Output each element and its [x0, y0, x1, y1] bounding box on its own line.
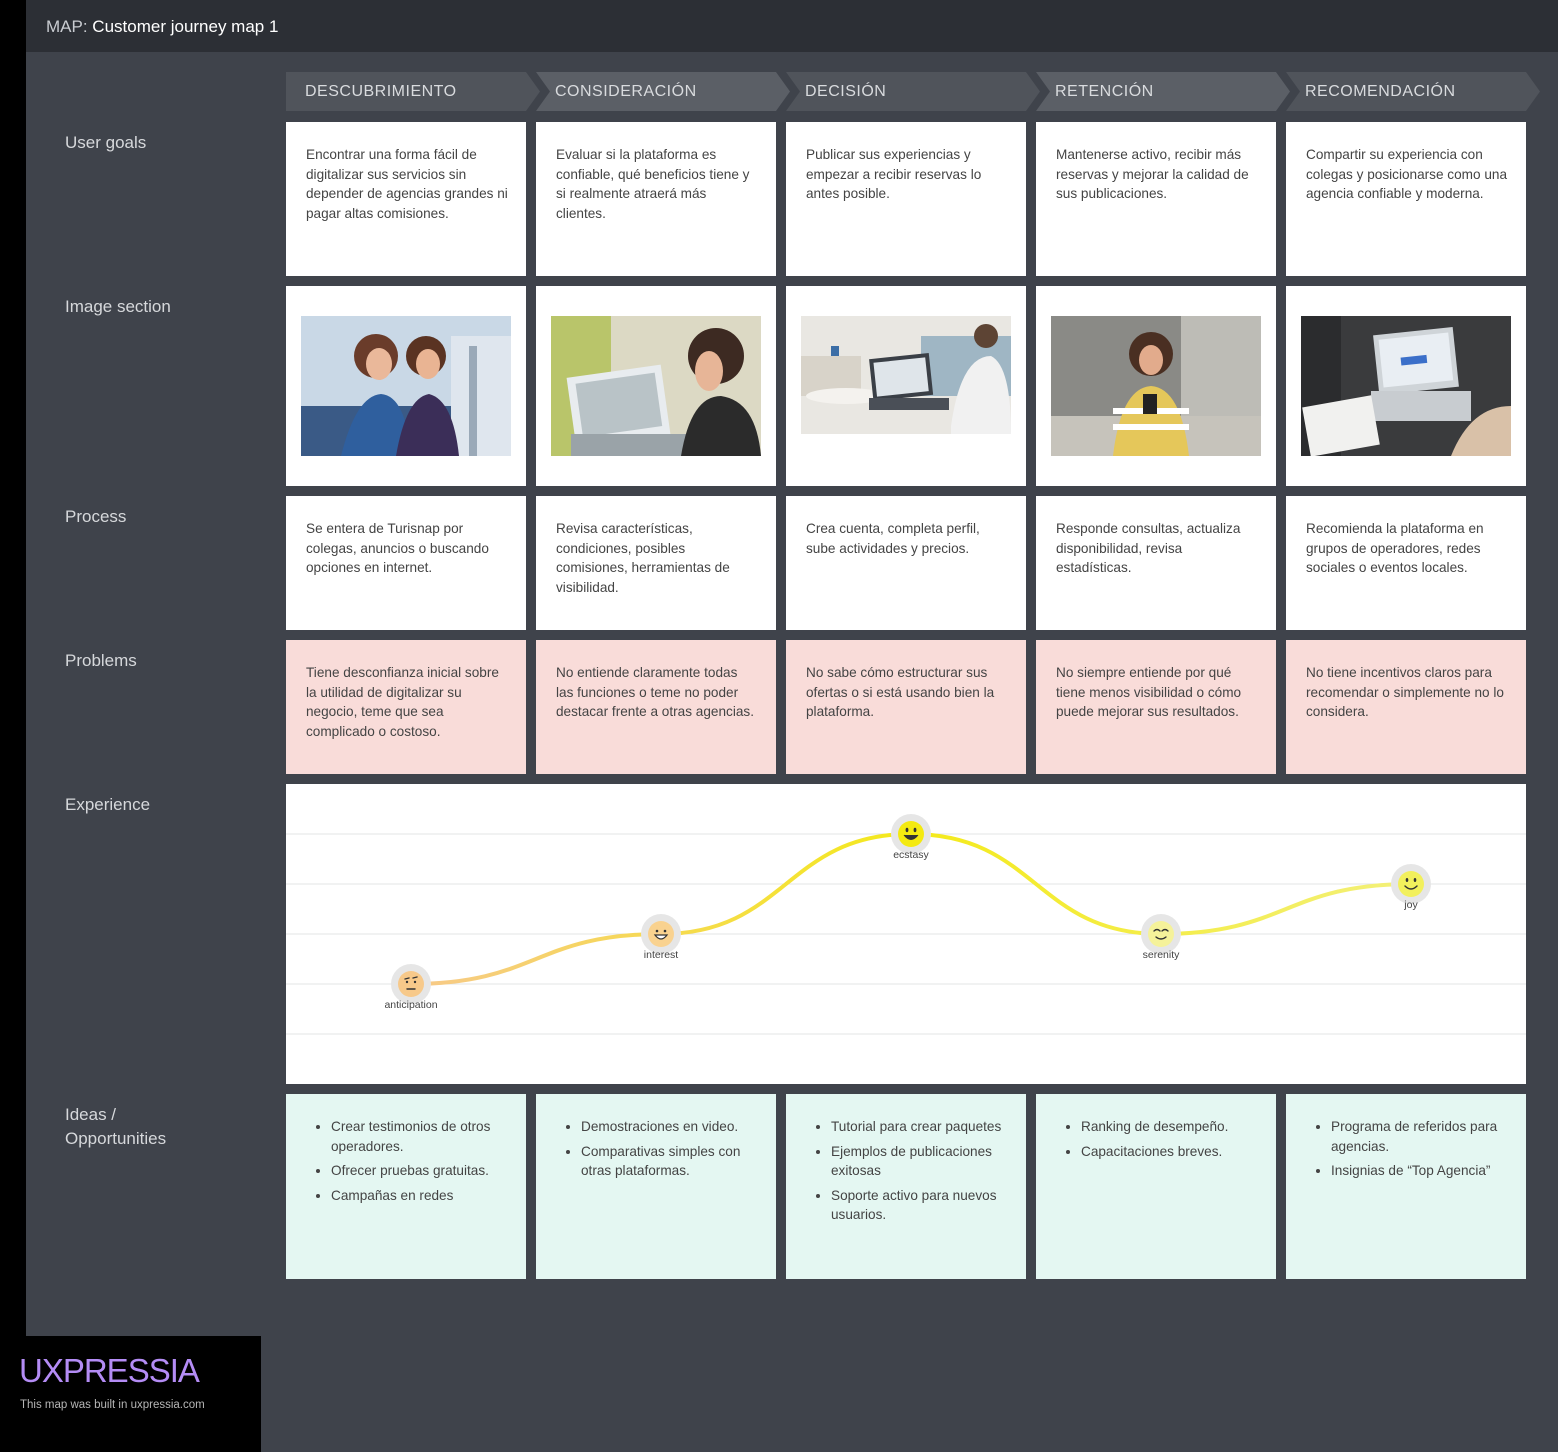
- row-label-ideas: Ideas / Opportunities: [65, 1103, 166, 1151]
- emotion-point-serenity[interactable]: serenity: [1141, 914, 1181, 961]
- stage-label: DESCUBRIMIENTO: [305, 83, 457, 100]
- row-label-process: Process: [65, 507, 127, 526]
- content-face-icon: [1148, 921, 1174, 947]
- left-edge-strip: [0, 0, 26, 1452]
- uxpressia-branding[interactable]: UXPRESSIA This map was built in uxpressi…: [0, 1336, 261, 1452]
- idea-item: Tutorial para crear paquetes: [831, 1117, 1008, 1137]
- ideas-card[interactable]: Ranking de desempeño. Capacitaciones bre…: [1036, 1094, 1276, 1279]
- emotion-label: ecstasy: [893, 849, 929, 861]
- image-card[interactable]: [1036, 286, 1276, 486]
- idea-item: Campañas en redes: [331, 1186, 508, 1206]
- idea-item: Demostraciones en video.: [581, 1117, 758, 1137]
- experience-curve-svg: anticipation interest ecstasy serenity joy: [286, 814, 1526, 1035]
- photo-laptop-and-papers: [1301, 316, 1511, 456]
- uxpressia-logo: UXPRESSIA: [19, 1352, 200, 1389]
- ideas-card[interactable]: Tutorial para crear paquetes Ejemplos de…: [786, 1094, 1026, 1279]
- photo-two-women-at-computer: [301, 316, 511, 456]
- stage-header-decision[interactable]: DECISIÓN: [786, 72, 1040, 111]
- map-title-prefix: MAP:: [46, 17, 88, 36]
- ideas-list: Demostraciones en video. Comparativas si…: [562, 1117, 758, 1181]
- idea-item: Insignias de “Top Agencia”: [1331, 1161, 1508, 1181]
- row-label-image-section: Image section: [65, 297, 171, 316]
- stage-label: RECOMENDACIÓN: [1305, 83, 1456, 100]
- emotion-point-ecstasy[interactable]: ecstasy: [891, 814, 931, 861]
- image-card[interactable]: [1286, 286, 1526, 486]
- idea-item: Programa de referidos para agencias.: [1331, 1117, 1508, 1156]
- idea-item: Capacitaciones breves.: [1081, 1142, 1258, 1162]
- idea-item: Crear testimonios de otros operadores.: [331, 1117, 508, 1156]
- stage-label: RETENCIÓN: [1055, 83, 1154, 100]
- problem-card[interactable]: Tiene desconfianza inicial sobre la util…: [286, 640, 526, 774]
- row-label-ideas-line1: Ideas /: [65, 1105, 117, 1124]
- stage-label: CONSIDERACIÓN: [555, 83, 697, 100]
- ideas-list: Programa de referidos para agencias. Ins…: [1312, 1117, 1508, 1181]
- ideas-card[interactable]: Demostraciones en video. Comparativas si…: [536, 1094, 776, 1279]
- idea-item: Comparativas simples con otras plataform…: [581, 1142, 758, 1181]
- ideas-list: Ranking de desempeño. Capacitaciones bre…: [1062, 1117, 1258, 1161]
- image-card[interactable]: [786, 286, 1026, 486]
- image-card[interactable]: [536, 286, 776, 486]
- stage-header-descubrimiento[interactable]: DESCUBRIMIENTO: [286, 72, 540, 111]
- experience-graph[interactable]: anticipation interest ecstasy serenity joy: [286, 784, 1526, 1084]
- skeptical-face-icon: [398, 971, 424, 997]
- problem-card[interactable]: No siempre entiende por qué tiene menos …: [1036, 640, 1276, 774]
- grin-face-icon: [648, 921, 674, 947]
- photo-laptop-in-living-room: [801, 316, 1011, 434]
- ideas-card[interactable]: Programa de referidos para agencias. Ins…: [1286, 1094, 1526, 1279]
- process-card[interactable]: Recomienda la plataforma en grupos de op…: [1286, 496, 1526, 630]
- map-title[interactable]: MAP: Customer journey map 1: [46, 17, 278, 37]
- row-label-experience: Experience: [65, 795, 151, 814]
- big-smile-face-icon: [898, 821, 924, 847]
- process-card[interactable]: Responde consultas, actualiza disponibil…: [1036, 496, 1276, 630]
- stage-header-retencion[interactable]: RETENCIÓN: [1036, 72, 1290, 111]
- smile-face-icon: [1398, 871, 1424, 897]
- emotion-point-interest[interactable]: interest: [641, 914, 681, 961]
- row-label-user-goals: User goals: [65, 133, 147, 152]
- problem-card[interactable]: No sabe cómo estructurar sus ofertas o s…: [786, 640, 1026, 774]
- emotion-label: anticipation: [384, 999, 437, 1011]
- user-goal-card[interactable]: Publicar sus experiencias y empezar a re…: [786, 122, 1026, 276]
- idea-item: Ofrecer pruebas gratuitas.: [331, 1161, 508, 1181]
- process-card[interactable]: Crea cuenta, completa perfil, sube activ…: [786, 496, 1026, 630]
- problem-card[interactable]: No tiene incentivos claros para recomend…: [1286, 640, 1526, 774]
- emotion-point-joy[interactable]: joy: [1391, 864, 1431, 911]
- map-title-text: Customer journey map 1: [92, 17, 279, 36]
- stage-label: DECISIÓN: [805, 83, 887, 100]
- idea-item: Ejemplos de publicaciones exitosas: [831, 1142, 1008, 1181]
- photo-woman-with-laptop: [551, 316, 761, 456]
- emotion-point-anticipation[interactable]: anticipation: [384, 964, 438, 1011]
- ideas-card[interactable]: Crear testimonios de otros operadores. O…: [286, 1094, 526, 1279]
- row-label-problems: Problems: [65, 651, 137, 670]
- stage-header-recomendacion[interactable]: RECOMENDACIÓN: [1286, 72, 1540, 111]
- process-card[interactable]: Revisa características, condiciones, pos…: [536, 496, 776, 630]
- idea-item: Soporte activo para nuevos usuarios.: [831, 1186, 1008, 1225]
- built-with-note: This map was built in uxpressia.com: [20, 1399, 205, 1411]
- user-goal-card[interactable]: Evaluar si la plataforma es confiable, q…: [536, 122, 776, 276]
- process-card[interactable]: Se entera de Turisnap por colegas, anunc…: [286, 496, 526, 630]
- user-goal-card[interactable]: Mantenerse activo, recibir más reservas …: [1036, 122, 1276, 276]
- image-card[interactable]: [286, 286, 526, 486]
- user-goal-card[interactable]: Encontrar una forma fácil de digitalizar…: [286, 122, 526, 276]
- stage-header-consideracion[interactable]: CONSIDERACIÓN: [536, 72, 790, 111]
- photo-woman-with-phone: [1051, 316, 1261, 456]
- emotion-label: interest: [644, 949, 679, 961]
- idea-item: Ranking de desempeño.: [1081, 1117, 1258, 1137]
- problem-card[interactable]: No entiende claramente todas las funcion…: [536, 640, 776, 774]
- row-label-ideas-line2: Opportunities: [65, 1129, 167, 1148]
- emotion-label: joy: [1403, 899, 1418, 911]
- ideas-list: Tutorial para crear paquetes Ejemplos de…: [812, 1117, 1008, 1225]
- user-goal-card[interactable]: Compartir su experiencia con colegas y p…: [1286, 122, 1526, 276]
- ideas-list: Crear testimonios de otros operadores. O…: [312, 1117, 508, 1205]
- map-header: MAP: Customer journey map 1: [26, 0, 1558, 52]
- emotion-label: serenity: [1143, 949, 1181, 961]
